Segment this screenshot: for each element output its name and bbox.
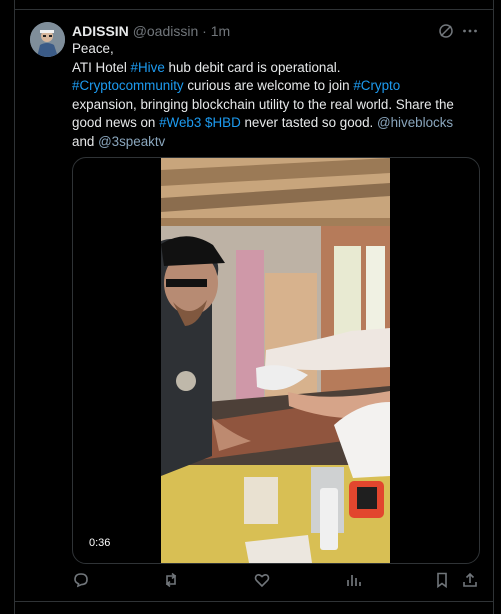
share-button[interactable] bbox=[461, 571, 481, 591]
tweet-actions bbox=[72, 571, 482, 593]
mention-link[interactable]: @hiveblocks bbox=[377, 115, 453, 130]
video-frame[interactable] bbox=[161, 158, 390, 563]
timestamp[interactable]: 1m bbox=[211, 23, 230, 39]
like-icon bbox=[254, 574, 270, 588]
tweet-text: expansion, bringing blockchain utility t… bbox=[72, 96, 454, 112]
tweet-body: Peace, ATI Hotel #Hive hub debit card is… bbox=[72, 40, 482, 151]
more-options-icon[interactable] bbox=[461, 22, 479, 40]
tweet-text: Peace, bbox=[72, 41, 114, 56]
mention-link[interactable]: @3speaktv bbox=[98, 134, 165, 149]
tweet-text: hub debit card is operational. bbox=[164, 59, 341, 75]
tweet-line: ATI Hotel #Hive hub debit card is operat… bbox=[72, 59, 482, 78]
hashtag-link[interactable]: #Cryptocommunity bbox=[72, 78, 184, 93]
reply-button[interactable] bbox=[72, 571, 92, 591]
tweet-line: and @3speaktv bbox=[72, 133, 482, 152]
bookmark-button[interactable] bbox=[433, 571, 453, 591]
hashtag-link[interactable]: #Crypto bbox=[353, 78, 400, 93]
repost-icon bbox=[165, 572, 177, 588]
hashtag-link[interactable]: #Web3 bbox=[159, 115, 201, 130]
reply-icon bbox=[74, 573, 88, 588]
video-duration: 0:36 bbox=[89, 537, 111, 549]
bookmark-icon bbox=[437, 572, 447, 589]
author-handle[interactable]: @oadissin bbox=[133, 23, 199, 39]
author-name[interactable]: ADISSIN bbox=[72, 23, 129, 39]
tweet-header: ADISSIN @oadissin · 1m bbox=[72, 23, 230, 41]
tweet-line: Peace, bbox=[72, 40, 482, 59]
views-icon bbox=[347, 575, 361, 586]
tweet-line: good news on #Web3 $HBD never tasted so … bbox=[72, 114, 482, 133]
repost-button[interactable] bbox=[162, 571, 182, 591]
share-icon bbox=[463, 572, 477, 587]
hashtag-link[interactable]: #Hive bbox=[131, 60, 165, 75]
tweet-line: expansion, bringing blockchain utility t… bbox=[72, 96, 482, 115]
tweet-text: curious are welcome to join bbox=[183, 78, 354, 93]
tweet-text: and bbox=[72, 133, 99, 149]
like-button[interactable] bbox=[253, 571, 273, 591]
separator-dot: · bbox=[202, 23, 207, 39]
cashtag-link[interactable]: $HBD bbox=[205, 115, 241, 130]
divider bbox=[14, 9, 493, 10]
tweet-line: #Cryptocommunity curious are welcome to … bbox=[72, 77, 482, 96]
divider bbox=[14, 601, 493, 602]
grok-icon[interactable] bbox=[437, 22, 455, 40]
tweet-text: ATI Hotel bbox=[72, 59, 131, 75]
tweet-text: never tasted so good. bbox=[240, 115, 377, 130]
tweet-text: good news on bbox=[72, 115, 160, 130]
video-player[interactable]: 0:36 bbox=[72, 157, 480, 564]
views-button[interactable] bbox=[344, 571, 364, 591]
avatar[interactable] bbox=[30, 22, 65, 57]
